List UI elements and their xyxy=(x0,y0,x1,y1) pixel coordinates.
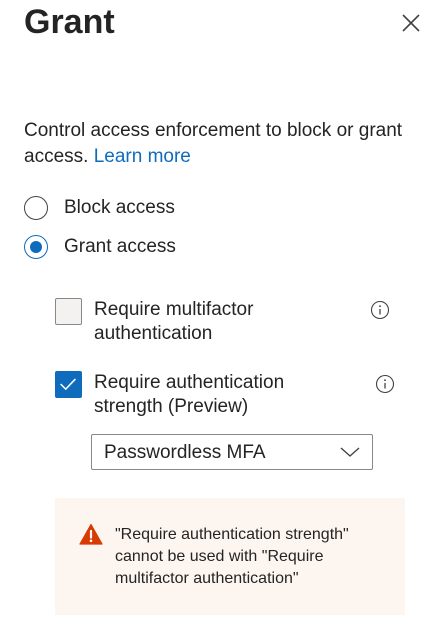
control-require-mfa: Require multifactor authentication xyxy=(55,298,395,346)
learn-more-link[interactable]: Learn more xyxy=(94,146,191,167)
close-icon[interactable] xyxy=(398,10,424,36)
require-mfa-checkbox[interactable] xyxy=(55,298,82,325)
checkmark-icon xyxy=(60,378,76,390)
checkbox-label: Require authentication strength (Preview… xyxy=(94,372,285,417)
warning-text: "Require authentication strength" cannot… xyxy=(115,526,349,587)
dropdown-selected-value: Passwordless MFA xyxy=(104,442,266,463)
warning-icon xyxy=(79,523,103,545)
checkbox-label: Require multifactor authentication xyxy=(94,299,254,344)
radio-button[interactable] xyxy=(24,196,48,220)
radio-grant-access[interactable]: Grant access xyxy=(24,234,176,260)
panel-title: Grant xyxy=(24,3,115,41)
chevron-down-icon xyxy=(340,447,360,457)
info-icon[interactable] xyxy=(375,374,395,394)
radio-label: Grant access xyxy=(64,236,176,257)
require-auth-strength-checkbox[interactable] xyxy=(55,371,82,398)
description-text: Control access enforcement to block or g… xyxy=(24,120,403,167)
radio-block-access[interactable]: Block access xyxy=(24,195,175,221)
auth-strength-dropdown[interactable]: Passwordless MFA xyxy=(91,434,373,470)
control-require-auth-strength: Require authentication strength (Preview… xyxy=(55,371,395,419)
warning-message-bar: "Require authentication strength" cannot… xyxy=(55,498,405,615)
radio-button[interactable] xyxy=(24,235,48,259)
grant-panel: Grant Control access enforcement to bloc… xyxy=(0,0,441,633)
info-icon[interactable] xyxy=(370,300,390,320)
description: Control access enforcement to block or g… xyxy=(24,118,414,170)
radio-label: Block access xyxy=(64,197,175,218)
